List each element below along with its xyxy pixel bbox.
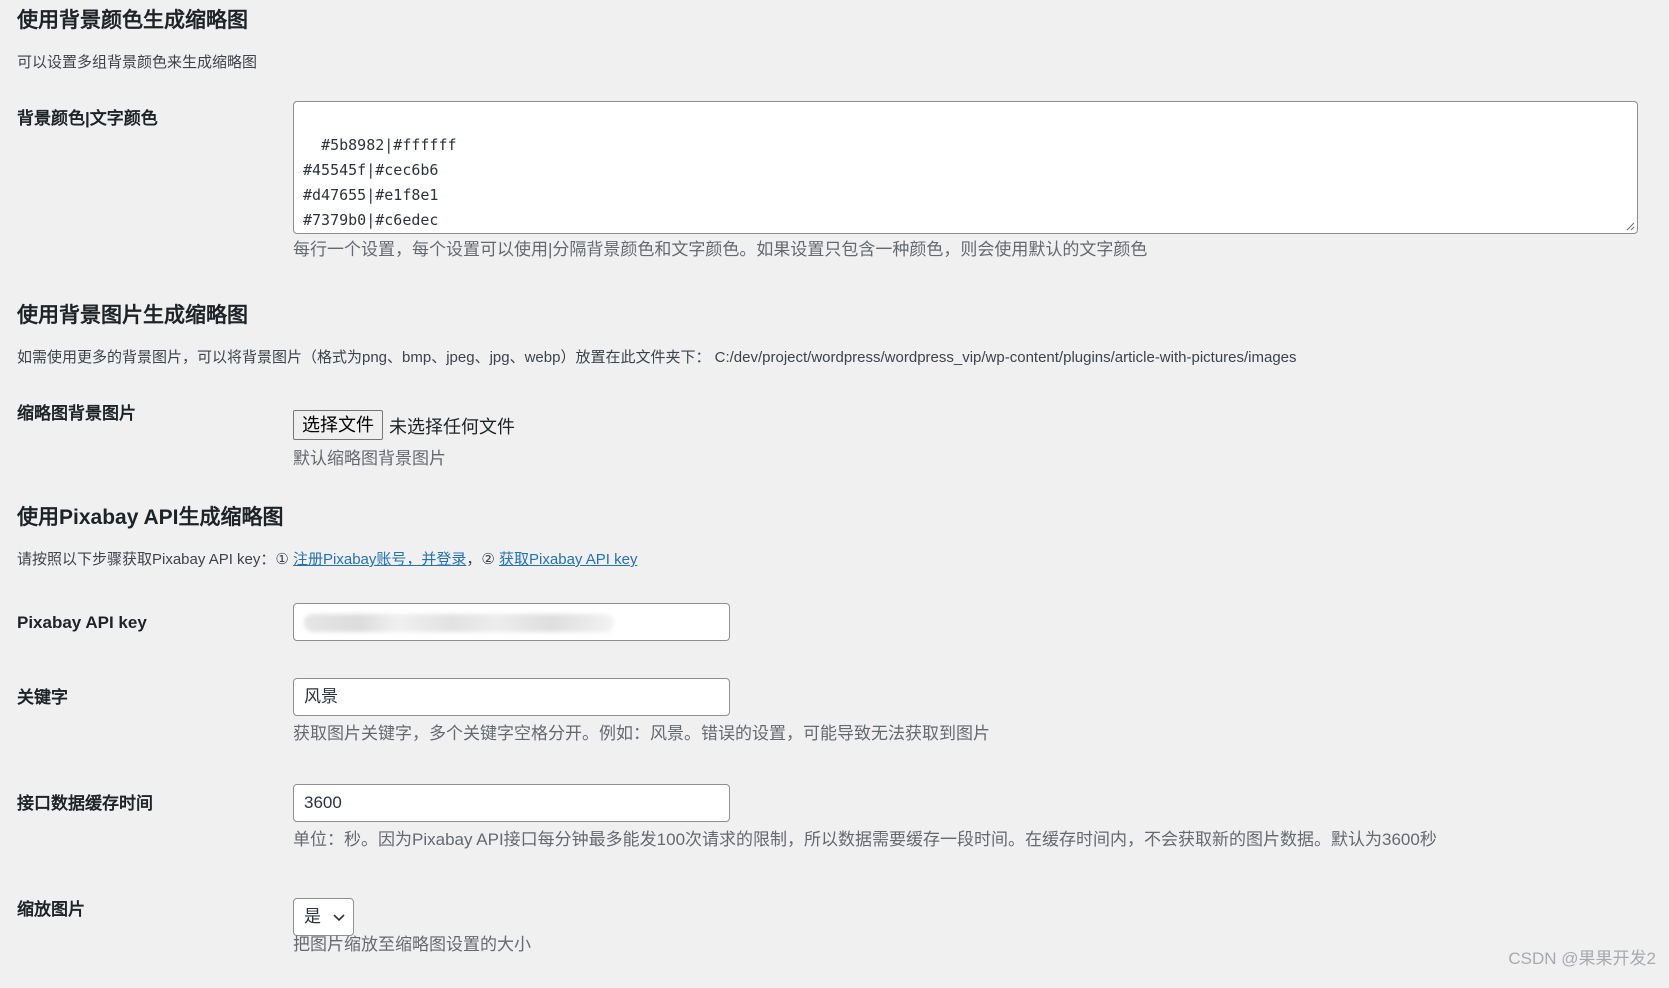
scale-image-selected-value: 是 — [304, 907, 321, 926]
cache-time-help-text: 单位：秒。因为Pixabay API接口每分钟最多能发100次请求的限制，所以数… — [293, 830, 1437, 849]
section-description-pixabay: 请按照以下步骤获取Pixabay API key：① 注册Pixabay账号，并… — [17, 551, 637, 569]
colors-help-text: 每行一个设置，每个设置可以使用|分隔背景颜色和文字颜色。如果设置只包含一种颜色，… — [293, 240, 1148, 259]
section-description-background-image: 如需使用更多的背景图片，可以将背景图片（格式为png、bmp、jpeg、jpg、… — [17, 349, 1297, 366]
resize-handle-icon[interactable] — [1625, 221, 1635, 231]
steps-separator: ， — [466, 551, 482, 568]
background-image-help-text: 默认缩略图背景图片 — [293, 449, 446, 468]
background-image-label: 缩略图背景图片 — [17, 404, 136, 423]
scale-image-help-text: 把图片缩放至缩略图设置的大小 — [293, 935, 531, 954]
section-title-background-image: 使用背景图片生成缩略图 — [17, 304, 248, 327]
obscured-api-key — [304, 614, 614, 632]
keyword-input[interactable]: 风景 — [293, 678, 730, 716]
chevron-down-icon — [333, 914, 345, 922]
pixabay-steps-prefix: 请按照以下步骤获取Pixabay API key： — [17, 551, 276, 568]
step2-marker: ② — [481, 551, 495, 568]
section-title-pixabay: 使用Pixabay API生成缩略图 — [17, 506, 284, 529]
register-pixabay-link[interactable]: 注册Pixabay账号，并登录 — [293, 551, 466, 568]
section-description-background-color: 可以设置多组背景颜色来生成缩略图 — [17, 54, 258, 71]
keyword-label: 关键字 — [17, 688, 68, 707]
section-title-background-color: 使用背景颜色生成缩略图 — [17, 9, 248, 32]
api-key-label: Pixabay API key — [17, 613, 147, 632]
file-status-text: 未选择任何文件 — [389, 417, 515, 437]
choose-file-button[interactable]: 选择文件 — [293, 410, 383, 440]
step1-marker: ① — [275, 551, 289, 568]
keyword-help-text: 获取图片关键字，多个关键字空格分开。例如：风景。错误的设置，可能导致无法获取到图… — [293, 724, 990, 743]
colors-textarea[interactable]: #5b8982|#ffffff #45545f|#cec6b6 #d47655|… — [293, 101, 1638, 234]
colors-label: 背景颜色|文字颜色 — [17, 109, 158, 128]
colors-textarea-value[interactable]: #5b8982|#ffffff #45545f|#cec6b6 #d47655|… — [303, 136, 457, 229]
scale-image-select[interactable]: 是 — [293, 898, 354, 936]
api-key-input[interactable] — [293, 603, 730, 641]
watermark-text: CSDN @果果开发2 — [1508, 949, 1656, 968]
cache-time-label: 接口数据缓存时间 — [17, 794, 153, 813]
scale-image-label: 缩放图片 — [17, 900, 85, 919]
cache-time-input[interactable]: 3600 — [293, 784, 730, 822]
get-api-key-link[interactable]: 获取Pixabay API key — [499, 551, 637, 568]
